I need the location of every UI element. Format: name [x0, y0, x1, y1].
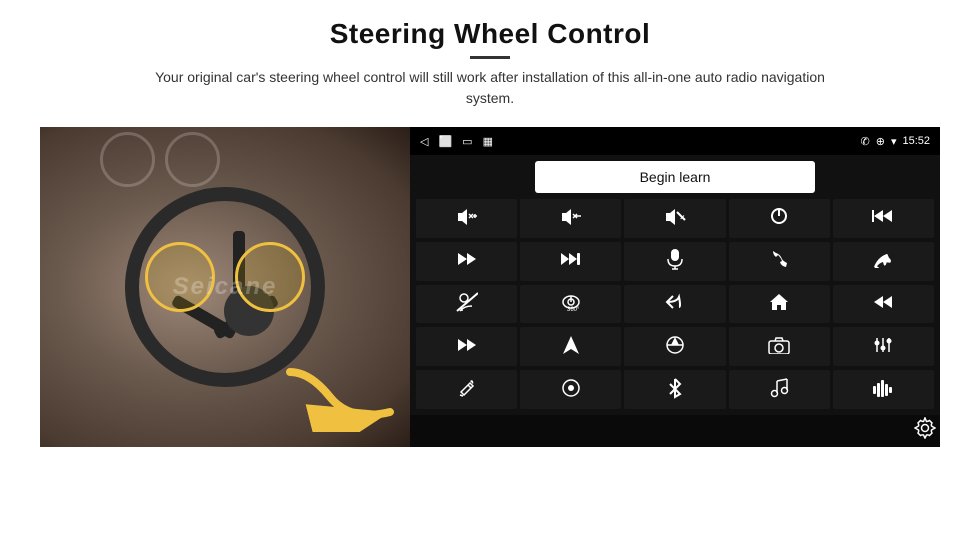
settings-icon — [914, 417, 936, 439]
prev-track-cell[interactable] — [833, 199, 934, 238]
status-bar: ◁ ⬜ ▭ ▦ ✆ ⊕ ▾ 15:52 — [410, 127, 940, 155]
circle-dot-icon — [561, 378, 581, 402]
bluetooth-cell[interactable] — [624, 370, 725, 409]
hang-up-icon — [872, 250, 894, 272]
begin-learn-row: Begin learn — [416, 161, 934, 193]
begin-learn-button[interactable]: Begin learn — [535, 161, 815, 193]
car-photo-inner: Seicane — [40, 127, 410, 447]
controls-area: Begin learn — [410, 155, 940, 415]
back-nav-icon[interactable]: ◁ — [420, 135, 428, 148]
grid-row-1 — [416, 242, 934, 281]
svg-text:360°: 360° — [567, 307, 580, 313]
signal-icon: ▦ — [483, 135, 493, 148]
back-cell[interactable] — [624, 285, 725, 324]
status-right: ✆ ⊕ ▾ 15:52 — [861, 135, 931, 148]
music-cell[interactable] — [729, 370, 830, 409]
home-cell[interactable] — [729, 285, 830, 324]
location-status-icon: ⊕ — [876, 135, 885, 148]
vol-up-icon — [456, 207, 478, 229]
music-icon — [769, 377, 789, 403]
rewind-cell[interactable] — [833, 285, 934, 324]
360-cell[interactable]: 360° — [520, 285, 621, 324]
mute-icon: × — [664, 207, 686, 229]
watermark: Seicane — [173, 273, 278, 301]
status-left: ◁ ⬜ ▭ ▦ — [420, 135, 493, 148]
vol-up-cell[interactable] — [416, 199, 517, 238]
bluetooth-icon — [668, 377, 682, 403]
skip-cell[interactable] — [416, 327, 517, 366]
equalizer-icon — [873, 335, 893, 359]
mute-cell[interactable]: × — [624, 199, 725, 238]
back-icon — [665, 293, 685, 315]
home-icon — [769, 292, 789, 316]
edit-cell[interactable] — [416, 370, 517, 409]
title-section: Steering Wheel Control Your original car… — [140, 18, 840, 121]
phone-status-icon: ✆ — [861, 135, 870, 148]
time-display: 15:52 — [902, 135, 930, 147]
vol-down-icon — [560, 207, 582, 229]
content-area: Seicane ◁ ⬜ ▭ — [40, 127, 940, 447]
next-track-icon — [456, 251, 478, 271]
360-icon: 360° — [559, 291, 583, 317]
fast-fwd-icon — [560, 251, 582, 271]
page-title: Steering Wheel Control — [140, 18, 840, 50]
vol-down-cell[interactable] — [520, 199, 621, 238]
subtitle: Your original car's steering wheel contr… — [140, 67, 840, 109]
settings-button[interactable] — [914, 417, 936, 445]
mic-icon — [666, 248, 684, 274]
mic-cell[interactable] — [624, 242, 725, 281]
car-photo: Seicane — [40, 127, 410, 447]
skip-icon — [456, 337, 478, 357]
camera-cell[interactable] — [729, 327, 830, 366]
prev-track-icon — [872, 208, 894, 228]
grid-row-3 — [416, 327, 934, 366]
power-cell[interactable] — [729, 199, 830, 238]
mute2-icon — [456, 292, 478, 316]
audio-viz-icon — [872, 379, 894, 401]
home-nav-icon[interactable]: ⬜ — [438, 135, 452, 148]
camera-icon — [768, 336, 790, 358]
title-divider — [470, 56, 510, 59]
circle-dot-cell[interactable] — [520, 370, 621, 409]
mute2-cell[interactable] — [416, 285, 517, 324]
audio-viz-cell[interactable] — [833, 370, 934, 409]
edit-icon — [458, 378, 476, 402]
rewind-icon — [872, 294, 894, 314]
phone-call-cell[interactable] — [729, 242, 830, 281]
equalizer-cell[interactable] — [833, 327, 934, 366]
recent-nav-icon[interactable]: ▭ — [462, 135, 472, 148]
phone-call-icon — [769, 249, 789, 273]
navigate-cell[interactable] — [520, 327, 621, 366]
fast-fwd-cell[interactable] — [520, 242, 621, 281]
grid-row-4 — [416, 370, 934, 409]
yellow-arrow — [280, 362, 400, 432]
swap-cell[interactable] — [624, 327, 725, 366]
next-track-cell[interactable] — [416, 242, 517, 281]
android-ui: ◁ ⬜ ▭ ▦ ✆ ⊕ ▾ 15:52 Begin learn — [410, 127, 940, 447]
power-icon — [769, 206, 789, 230]
hang-up-cell[interactable] — [833, 242, 934, 281]
svg-text:×: × — [680, 213, 685, 222]
settings-row — [410, 415, 940, 447]
swap-icon — [664, 335, 686, 359]
navigate-icon — [562, 335, 580, 359]
page-wrapper: Steering Wheel Control Your original car… — [0, 0, 980, 547]
grid-row-2: 360° — [416, 285, 934, 324]
wifi-status-icon: ▾ — [891, 135, 897, 148]
grid-row-0: × — [416, 199, 934, 238]
